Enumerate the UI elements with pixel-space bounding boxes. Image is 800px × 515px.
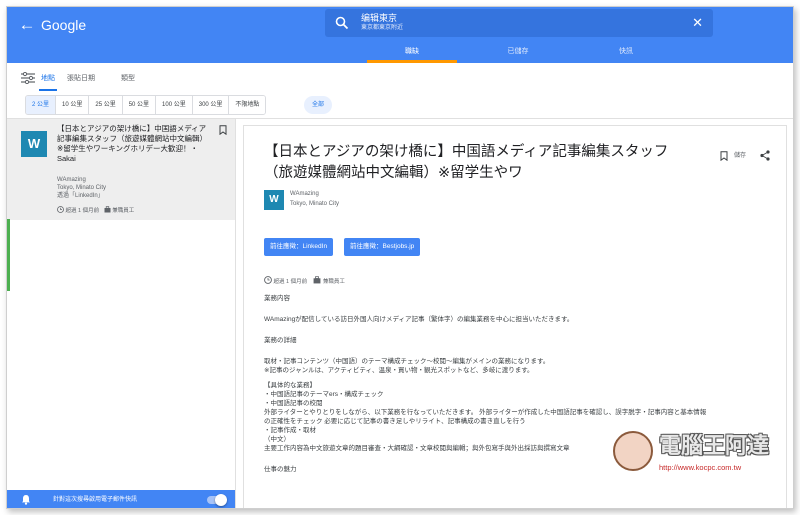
distance-chip[interactable]: 不限地點	[229, 96, 266, 114]
description-line: ※記事のジャンルは、アクティビティ、温泉・買い物・観光スポットなど、多岐に渡りま…	[264, 367, 534, 374]
clock-icon	[57, 206, 64, 213]
filter-tab-location[interactable]: 地點	[39, 74, 57, 91]
distance-chip[interactable]: 100 公里	[156, 96, 193, 114]
description-line: WAmazingが配信している訪日外国人向けメディア記事（繁体字）の編集業務を中…	[264, 316, 574, 323]
job-location: Tokyo, Minato City	[57, 185, 107, 191]
search-box[interactable]: 编辑東京 東京都東京附近 ✕	[325, 9, 713, 37]
email-alert-bar: 針對這次搜尋啟用電子郵件快訊	[7, 490, 235, 508]
company-logo: W	[264, 190, 284, 210]
distance-chip[interactable]: 10 公里	[56, 96, 90, 114]
brand-logo[interactable]: Google	[41, 15, 86, 35]
distance-chip[interactable]: 25 公里	[89, 96, 123, 114]
employment-type: 兼職員工	[322, 279, 345, 285]
description-line: ・中国語記事の校閲	[264, 400, 323, 407]
main-tabs: 職缺 已儲存 快訊	[7, 45, 793, 63]
all-filter-chip[interactable]: 全部	[304, 96, 333, 114]
distance-chip[interactable]: 2 公里	[26, 96, 57, 114]
description-line: 業務内容	[264, 295, 290, 302]
company-name: WAmazing	[57, 177, 86, 183]
job-meta: 超過 1 個月前 兼職員工	[57, 206, 134, 215]
selection-indicator	[7, 219, 10, 291]
search-location: 東京都東京附近	[361, 25, 404, 31]
distance-filters: 2 公里 10 公里 25 公里 50 公里 100 公里 300 公里 不限地…	[7, 93, 793, 117]
job-location: Tokyo, Minato City	[290, 201, 340, 207]
job-meta: 超過 1 個月前 兼職員工	[264, 276, 345, 286]
tab-saved[interactable]: 已儲存	[473, 45, 563, 63]
watermark: 電腦王阿達 http://www.kocpc.com.tw	[613, 427, 793, 487]
toggle-knob	[215, 494, 227, 506]
filter-bar: 地點 張貼日期 類型	[7, 64, 793, 92]
save-label: 儲存	[734, 153, 747, 159]
description-line: ・中国語記事のテーマers・構成チェック	[264, 391, 384, 398]
description-line: 取材・記事コンテンツ（中国語）のテーマ構成チェック〜校閲〜編集がメインの業務にな…	[264, 358, 550, 365]
watermark-url: http://www.kocpc.com.tw	[659, 463, 742, 472]
clock-icon	[264, 276, 272, 284]
company-logo: W	[21, 131, 47, 157]
search-query[interactable]: 编辑東京	[361, 13, 397, 24]
tab-alerts[interactable]: 快訊	[581, 45, 671, 63]
filter-tab-date[interactable]: 張貼日期	[67, 74, 95, 84]
distance-chip[interactable]: 50 公里	[122, 96, 157, 114]
bell-icon	[22, 495, 30, 505]
posted-time: 超過 1 個月前	[273, 279, 308, 285]
apply-linkedin-button[interactable]: 前往應徵：LinkedIn	[264, 238, 334, 256]
watermark-title: 電腦王阿達	[659, 433, 770, 458]
watermark-mascot-icon	[613, 431, 653, 471]
job-source: 透過「LinkedIn」	[57, 193, 104, 199]
posted-time: 超過 1 個月前	[65, 208, 100, 214]
email-alert-text: 針對這次搜尋啟用電子郵件快訊	[53, 497, 138, 503]
apply-bestjobs-button[interactable]: 前往應徵：Bestjobs.jp	[344, 238, 421, 256]
description-line: 外部ライターとやりとりをしながら、以下業務を行なっていただきます。 外部ライター…	[264, 409, 707, 416]
tab-jobs[interactable]: 職缺	[367, 45, 457, 63]
briefcase-icon	[104, 206, 111, 213]
briefcase-icon	[313, 276, 321, 284]
filter-tab-type[interactable]: 類型	[121, 74, 135, 84]
description-line: 業務の詳細	[264, 337, 297, 344]
description-line: の正確性をチェック 必要に応じて記事の書き足しやリライト、記事構成の書き直しを行…	[264, 418, 526, 425]
description-line: 【具体的な業務】	[264, 382, 316, 389]
close-icon[interactable]: ✕	[692, 14, 703, 32]
bookmark-icon	[720, 151, 728, 161]
detail-job-title: 【日本とアジアの架け橋に】中国語メディア記事編集スタッフ（旅遊媒體網站中文編輯）…	[264, 144, 669, 181]
job-title[interactable]: 【日本とアジアの架け橋に】中国語メディア記事編集スタッフ（旅遊媒體網站中文編輯）…	[57, 124, 207, 164]
job-list-item[interactable]: W 【日本とアジアの架け橋に】中国語メディア記事編集スタッフ（旅遊媒體網站中文編…	[7, 119, 235, 220]
back-arrow-icon[interactable]: ←	[17, 15, 37, 35]
share-icon[interactable]	[760, 150, 770, 161]
company-name: WAmazing	[290, 191, 319, 197]
pane-divider	[235, 119, 236, 508]
distance-chip[interactable]: 300 公里	[192, 96, 230, 114]
distance-chip-group: 2 公里 10 公里 25 公里 50 公里 100 公里 300 公里 不限地…	[25, 95, 267, 115]
search-icon	[335, 16, 349, 30]
job-list: W 【日本とアジアの架け橋に】中国語メディア記事編集スタッフ（旅遊媒體網站中文編…	[7, 119, 235, 508]
bookmark-icon[interactable]	[219, 125, 227, 135]
top-app-bar: ← Google 编辑東京 東京都東京附近 ✕ 職缺 已儲存 快訊	[7, 7, 793, 63]
email-alert-toggle[interactable]	[207, 494, 227, 506]
app-window: ← Google 编辑東京 東京都東京附近 ✕ 職缺 已儲存 快訊 地點 張貼日…	[6, 6, 794, 509]
filter-icon[interactable]	[21, 72, 35, 84]
employment-type: 兼職員工	[112, 208, 135, 214]
